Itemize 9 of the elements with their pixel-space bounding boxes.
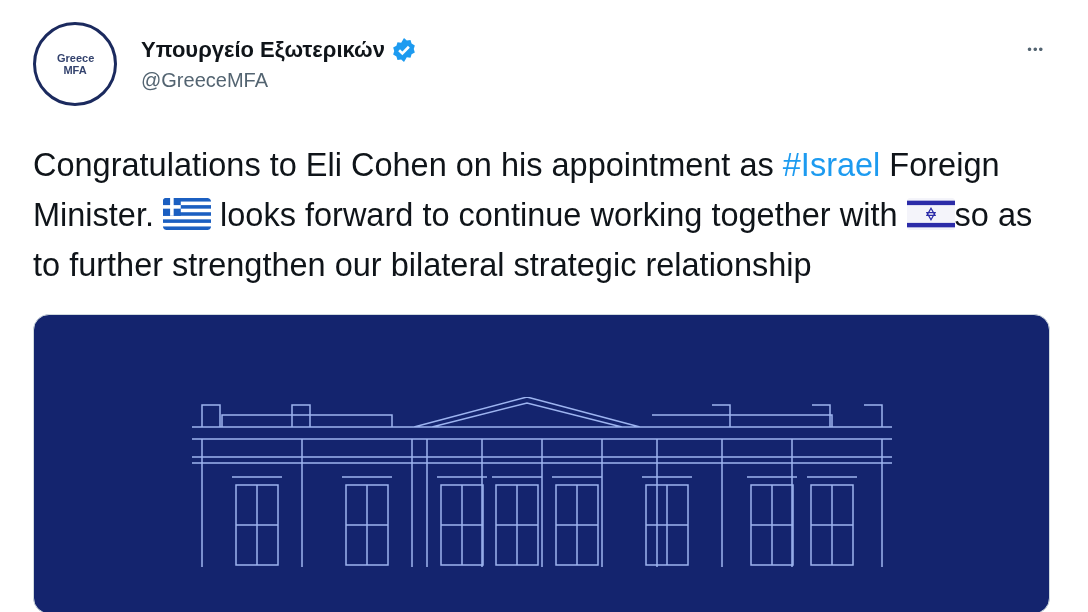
account-handle[interactable]: @GreeceMFA [141, 68, 1000, 92]
tweet-text: Congratulations to Eli Cohen on his appointment as #Israel Foreign Minister. looks forward to continue working together with so as to further strengthen our bilateral strategic relationship [33, 146, 1034, 285]
avatar[interactable]: Greece MFA [33, 22, 117, 106]
image-card[interactable] [33, 314, 1050, 612]
avatar-logo-text: Greece MFA [57, 51, 93, 77]
israeli-flag-icon [906, 198, 955, 230]
account-name[interactable]: Υπουργείο Εξωτερικών [141, 36, 385, 63]
greek-flag-icon [163, 198, 212, 230]
more-options-button[interactable]: ••• [1023, 38, 1048, 61]
